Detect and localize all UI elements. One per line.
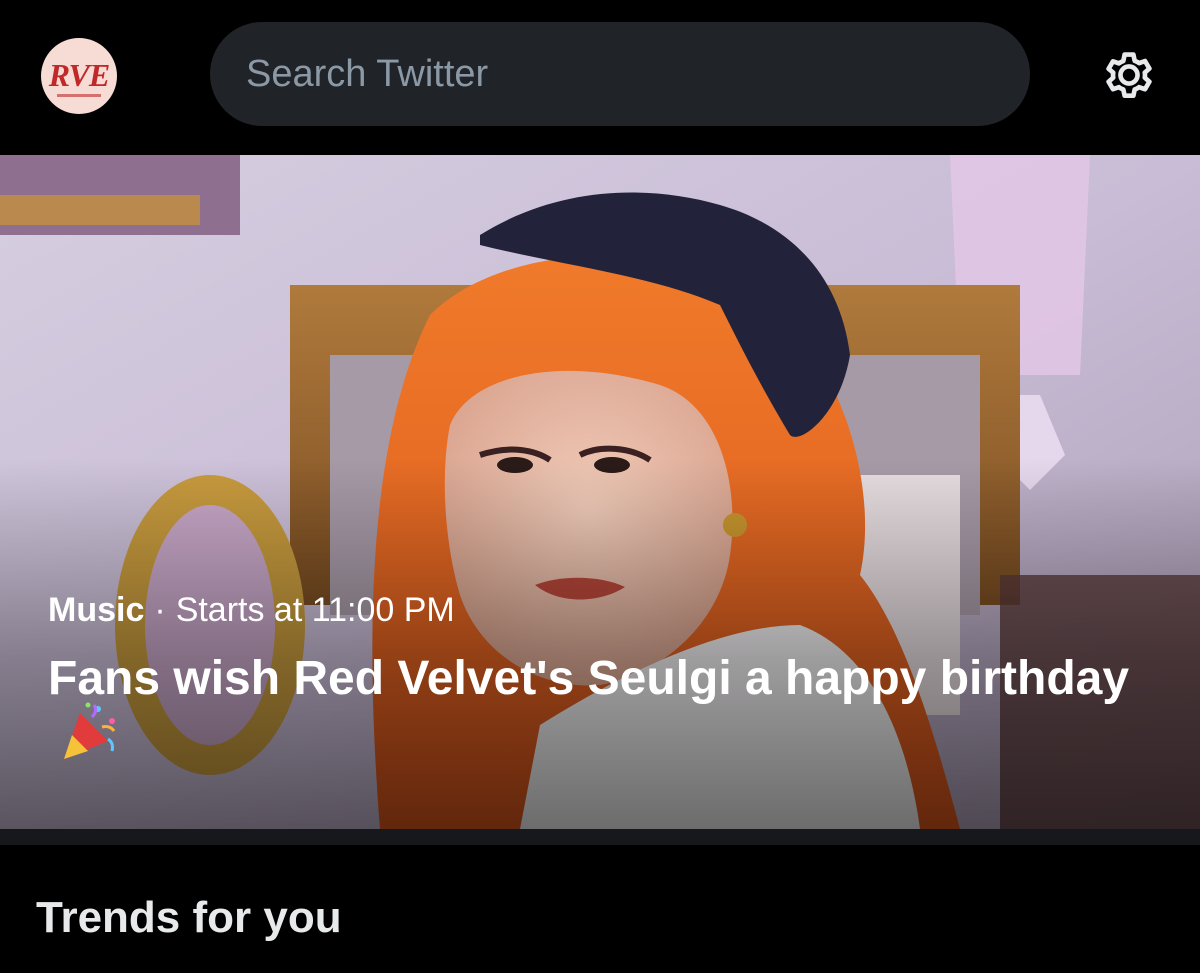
settings-button[interactable] bbox=[1096, 42, 1162, 108]
profile-avatar[interactable]: RVE bbox=[41, 38, 117, 114]
event-time: Starts at 11:00 PM bbox=[175, 591, 455, 629]
section-divider bbox=[0, 829, 1200, 845]
explore-page: RVE Search Twitter Music · Starts at 11:… bbox=[0, 0, 1200, 973]
event-category: Music bbox=[48, 591, 145, 629]
avatar-logo-text: RVE bbox=[48, 57, 110, 93]
trends-heading: Trends for you bbox=[36, 893, 342, 942]
avatar-logo-underline bbox=[57, 94, 101, 97]
gear-icon bbox=[1106, 52, 1152, 98]
event-title: Fans wish Red Velvet's Seulgi a happy bi… bbox=[48, 649, 1148, 778]
search-placeholder: Search Twitter bbox=[246, 53, 489, 95]
event-title-text: Fans wish Red Velvet's Seulgi a happy bi… bbox=[48, 652, 1130, 705]
party-popper-icon bbox=[58, 699, 122, 778]
search-input[interactable]: Search Twitter bbox=[210, 22, 1030, 126]
meta-separator: · bbox=[154, 591, 166, 629]
event-meta: Music · Starts at 11:00 PM bbox=[48, 591, 455, 630]
event-hero-card[interactable]: Music · Starts at 11:00 PM Fans wish Red V… bbox=[0, 155, 1200, 829]
top-bar: RVE Search Twitter bbox=[0, 0, 1200, 152]
